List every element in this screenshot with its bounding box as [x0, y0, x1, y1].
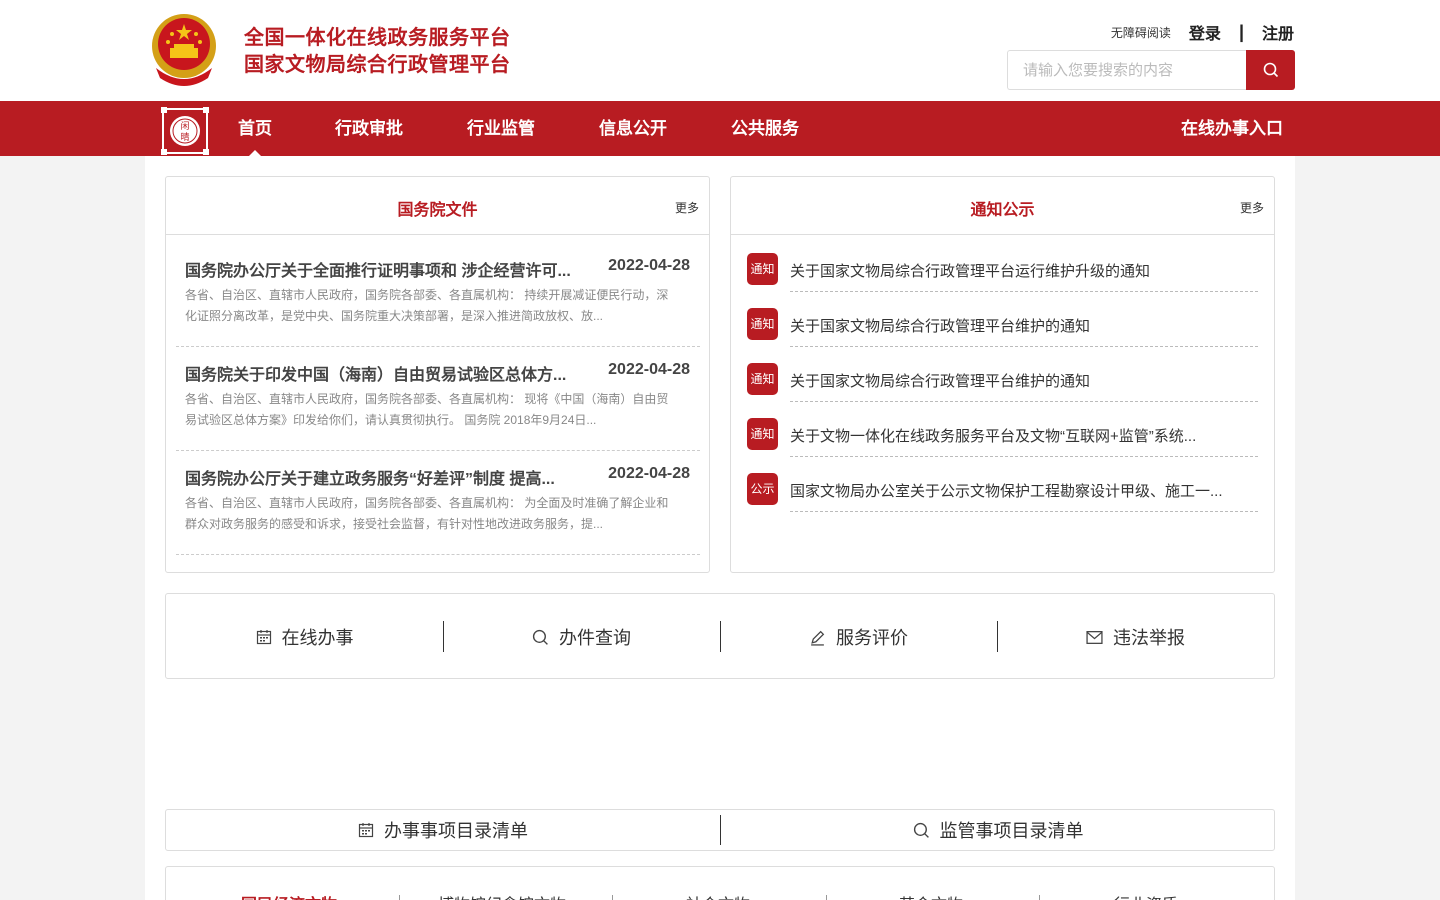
site-title-line2: 国家文物局综合行政管理平台 [244, 54, 511, 76]
doc-desc: 各省、自治区、直辖市人民政府，国务院各部委、各直属机构： 为全面及时准确了解企业… [185, 496, 669, 531]
nav-industry-supervision[interactable]: 行业监管 [467, 101, 535, 156]
catalog-label: 监管事项目录清单 [939, 821, 1084, 841]
search-icon [913, 822, 929, 838]
notice-badge: 通知 [747, 418, 778, 450]
state-council-panel: 国务院文件 更多 国务院办公厅关于全面推行证明事项和 涉企经营许可... 202… [165, 176, 710, 573]
nav-admin-approval[interactable]: 行政审批 [335, 101, 403, 156]
pen-icon [811, 630, 825, 646]
doc-date: 2022-04-28 [608, 465, 690, 482]
doc-desc: 各省、自治区、直辖市人民政府，国务院各部委、各直属机构： 现将《中国（海南）自由… [185, 392, 669, 427]
doc-item[interactable]: 国务院关于印发中国（海南）自由贸易试验区总体方... 2022-04-28 各省… [176, 347, 700, 451]
notice-text[interactable]: 关于国家文物局综合行政管理平台维护的通知 [790, 315, 1258, 347]
notice-badge: 公示 [747, 473, 778, 505]
svg-text:闲: 闲 [180, 121, 189, 132]
divider [1039, 895, 1040, 900]
catalog-bar: 办事事项目录清单 监管事项目录清单 [165, 809, 1275, 851]
service-online-handling[interactable]: 在线办事 [166, 594, 443, 680]
notice-text[interactable]: 关于文物一体化在线政务服务平台及文物“互联网+监管”系统... [790, 425, 1258, 457]
catalog-service-items[interactable]: 办事事项目录清单 [166, 810, 720, 850]
notice-badge: 通知 [747, 363, 778, 395]
site-title: 全国一体化在线政务服务平台 国家文物局综合行政管理平台 [244, 25, 511, 79]
notice-text[interactable]: 关于国家文物局综合行政管理平台运行维护升级的通知 [790, 260, 1258, 292]
tab-category[interactable]: 博物馆纪念馆文物 [438, 891, 566, 900]
calendar-icon [358, 823, 374, 838]
service-label: 办件查询 [559, 628, 631, 648]
nav-online-service-entry[interactable]: 在线办事入口 [1181, 101, 1283, 156]
doc-title[interactable]: 国务院办公厅关于建立政务服务“好差评”制度 提高... [185, 465, 585, 489]
service-label: 在线办事 [281, 628, 354, 648]
accessibility-link[interactable]: 无障碍阅读 [1111, 24, 1171, 41]
notice-item[interactable]: 公示 国家文物局办公室关于公示文物保护工程勘察设计甲级、施工一... [747, 473, 1259, 513]
doc-item[interactable]: 国务院办公厅关于全面推行证明事项和 涉企经营许可... 2022-04-28 各… [176, 243, 700, 347]
service-report-violation[interactable]: 违法举报 [997, 594, 1274, 680]
site-header: 全国一体化在线政务服务平台 国家文物局综合行政管理平台 无障碍阅读 登录 | 注… [0, 0, 1440, 101]
search-icon [532, 629, 548, 645]
more-link[interactable]: 更多 [675, 199, 699, 216]
nav-info-disclosure[interactable]: 信息公开 [599, 101, 667, 156]
panel-title: 通知公示 [970, 202, 1035, 219]
nav-home[interactable]: 首页 [238, 101, 272, 156]
catalog-supervision-items[interactable]: 监管事项目录清单 [721, 810, 1275, 850]
panel-title: 国务院文件 [397, 202, 478, 219]
service-label: 违法举报 [1113, 628, 1185, 648]
services-bar: 在线办事 办件查询 服务评价 违法举报 [165, 593, 1275, 679]
svg-text:晴: 晴 [180, 131, 189, 143]
doc-item[interactable]: 国务院办公厅关于建立政务服务“好差评”制度 提高... 2022-04-28 各… [176, 451, 700, 555]
panel-header: 国务院文件 更多 [166, 177, 709, 235]
notice-text[interactable]: 国家文物局办公室关于公示文物保护工程勘察设计甲级、施工一... [790, 480, 1258, 512]
doc-desc: 各省、自治区、直辖市人民政府，国务院各部委、各直属机构： 持续开展减证便民行动，… [185, 288, 669, 323]
divider [399, 895, 400, 900]
mail-icon [1086, 630, 1103, 644]
register-link[interactable]: 注册 [1262, 20, 1294, 44]
divider [826, 895, 827, 900]
site-title-line1: 全国一体化在线政务服务平台 [244, 27, 511, 49]
doc-date: 2022-04-28 [608, 257, 690, 274]
more-link[interactable]: 更多 [1240, 199, 1264, 216]
catalog-label: 办事事项目录清单 [384, 821, 528, 841]
notice-item[interactable]: 通知 关于文物一体化在线政务服务平台及文物“互联网+监管”系统... [747, 418, 1259, 458]
service-label: 服务评价 [836, 628, 908, 648]
notice-badge: 通知 [747, 253, 778, 285]
notice-item[interactable]: 通知 关于国家文物局综合行政管理平台维护的通知 [747, 308, 1259, 348]
login-link[interactable]: 登录 [1189, 20, 1221, 44]
notice-badge: 通知 [747, 308, 778, 340]
search-input[interactable] [1007, 50, 1247, 90]
link-separator: | [1238, 21, 1244, 42]
category-tabs: 国民经济文物 博物馆纪念馆文物 社会文物 革命文物 行业资质 [165, 866, 1275, 900]
doc-title[interactable]: 国务院关于印发中国（海南）自由贸易试验区总体方... [185, 361, 585, 385]
nav-public-service[interactable]: 公共服务 [731, 101, 799, 156]
doc-title[interactable]: 国务院办公厅关于全面推行证明事项和 涉企经营许可... [185, 257, 585, 281]
service-evaluation[interactable]: 服务评价 [720, 594, 997, 680]
notice-text[interactable]: 关于国家文物局综合行政管理平台维护的通知 [790, 370, 1258, 402]
top-links: 无障碍阅读 登录 | 注册 [1111, 20, 1294, 44]
tab-category[interactable]: 国民经济文物 [241, 891, 337, 900]
notice-item[interactable]: 通知 关于国家文物局综合行政管理平台维护的通知 [747, 363, 1259, 403]
tab-category[interactable]: 社会文物 [686, 891, 750, 900]
panel-header: 通知公示 更多 [731, 177, 1274, 235]
seal-logo-icon: 闲 晴 [161, 107, 209, 155]
search-icon [1263, 62, 1278, 78]
notice-item[interactable]: 通知 关于国家文物局综合行政管理平台运行维护升级的通知 [747, 253, 1259, 293]
doc-date: 2022-04-28 [608, 361, 690, 378]
notices-panel: 通知公示 更多 通知 关于国家文物局综合行政管理平台运行维护升级的通知 通知 关… [730, 176, 1275, 573]
calendar-icon [256, 630, 271, 645]
search-button[interactable] [1246, 50, 1295, 90]
tab-category[interactable]: 行业资质 [1114, 891, 1178, 900]
main-nav: 闲 晴 首页 行政审批 行业监管 信息公开 公共服务 在线办事入口 [0, 101, 1440, 156]
national-emblem-icon [152, 14, 216, 86]
tab-category[interactable]: 革命文物 [899, 891, 963, 900]
service-case-query[interactable]: 办件查询 [443, 594, 720, 680]
divider [612, 895, 613, 900]
